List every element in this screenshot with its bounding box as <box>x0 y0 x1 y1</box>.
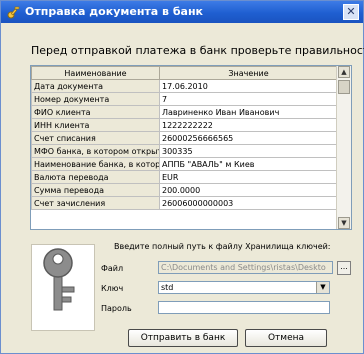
password-label: Пароль <box>101 304 132 313</box>
title-bar[interactable]: Отправка документа в банк ✕ <box>1 1 363 23</box>
table-row[interactable]: Номер документа 7 <box>31 92 338 106</box>
scroll-thumb[interactable] <box>338 80 350 94</box>
scroll-up-button[interactable]: ▲ <box>338 66 350 78</box>
row-name: Сумма перевода <box>31 183 160 197</box>
file-label: Файл <box>101 264 124 273</box>
table-row[interactable]: ФИО клиента Лавриненко Иван Иванович <box>31 105 338 119</box>
key-label: Ключ <box>101 284 124 293</box>
table-row[interactable]: Счет зачисления 26006000000003 <box>31 196 338 210</box>
document-details-grid[interactable]: Наименование Значение Дата документа 17.0… <box>30 65 352 230</box>
scroll-down-button[interactable]: ▼ <box>338 217 350 229</box>
row-value: 7 <box>159 92 338 106</box>
row-value: 26000256666565 <box>159 131 338 145</box>
table-row[interactable]: ИНН клиента 1222222222 <box>31 118 338 132</box>
close-button[interactable]: ✕ <box>343 4 359 20</box>
table-row[interactable]: Валюта перевода EUR <box>31 170 338 184</box>
key-image-panel <box>31 244 95 331</box>
send-document-dialog: Отправка документа в банк ✕ Перед отправ… <box>0 0 364 354</box>
key-storage-prompt: Введите полный путь к файлу Хранилища кл… <box>114 242 331 251</box>
table-row[interactable]: Сумма перевода 200.0000 <box>31 183 338 197</box>
file-path-input[interactable]: C:\Documents and Settings\ristas\Deskto <box>158 261 333 274</box>
row-value: 300335 <box>159 144 338 158</box>
vertical-scrollbar[interactable]: ▲ ▼ <box>336 66 351 229</box>
window-title: Отправка документа в банк <box>25 5 204 18</box>
row-name: Номер документа <box>31 92 160 106</box>
row-value: 1222222222 <box>159 118 338 132</box>
row-value: 26006000000003 <box>159 196 338 210</box>
row-name: Наименование банка, в котор... <box>31 157 160 171</box>
key-selected-value: std <box>161 283 174 292</box>
table-row[interactable]: Наименование банка, в котор... АППБ "АВАЛ… <box>31 157 338 171</box>
key-icon <box>7 6 20 19</box>
key-icon <box>43 248 75 311</box>
column-header-value[interactable]: Значение <box>159 66 338 80</box>
details-table: Наименование Значение Дата документа 17.0… <box>31 66 338 210</box>
cancel-button[interactable]: Отмена <box>245 329 327 347</box>
browse-button[interactable]: ... <box>337 261 351 275</box>
key-select[interactable]: std ▼ <box>158 281 330 294</box>
row-value: АППБ "АВАЛЬ" м Киев <box>159 157 338 171</box>
row-name: ФИО клиента <box>31 105 160 119</box>
send-to-bank-button[interactable]: Отправить в банк <box>128 329 238 347</box>
row-value: Лавриненко Иван Иванович <box>159 105 338 119</box>
row-name: МФО банка, в котором открыт... <box>31 144 160 158</box>
table-row[interactable]: Дата документа 17.06.2010 <box>31 79 338 93</box>
password-input[interactable] <box>158 301 330 314</box>
row-name: Счет зачисления <box>31 196 160 210</box>
row-name: Валюта перевода <box>31 170 160 184</box>
row-value: 200.0000 <box>159 183 338 197</box>
column-header-name[interactable]: Наименование <box>31 66 160 80</box>
row-name: ИНН клиента <box>31 118 160 132</box>
instruction-text: Перед отправкой платежа в банк проверьте… <box>31 44 364 57</box>
row-name: Дата документа <box>31 79 160 93</box>
row-name: Счет списания <box>31 131 160 145</box>
table-row[interactable]: МФО банка, в котором открыт... 300335 <box>31 144 338 158</box>
row-value: EUR <box>159 170 338 184</box>
row-value: 17.06.2010 <box>159 79 338 93</box>
chevron-down-icon[interactable]: ▼ <box>316 282 329 293</box>
table-row[interactable]: Счет списания 26000256666565 <box>31 131 338 145</box>
